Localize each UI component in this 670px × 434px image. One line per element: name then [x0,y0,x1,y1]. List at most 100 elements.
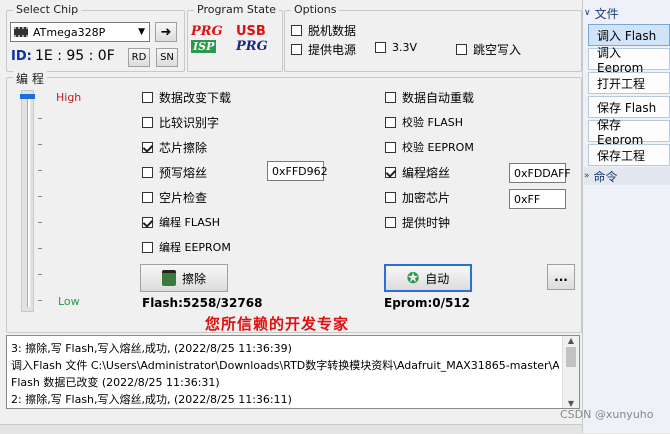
option-offline[interactable]: 脱机数据 [291,22,356,39]
prog-opt-3[interactable]: 芯片擦除 [142,139,207,156]
prog-opt-3-label: 芯片擦除 [159,141,208,155]
option-jump-checkbox[interactable] [456,44,467,55]
prog-opt-6[interactable]: 编程 FLASH [142,214,220,230]
auto-label: 自动 [425,271,450,286]
running-man-icon: ✪ [406,269,420,287]
prog-opt-r2[interactable]: 校验 FLASH [385,114,463,130]
prog-opt-r1-label: 数据自动重载 [402,91,475,105]
option-power[interactable]: 提供电源 [291,41,356,58]
chip-id-label: ID: [11,49,32,64]
prog-opt-1-checkbox[interactable] [142,92,153,103]
side-file-header[interactable]: ∨ 文件 [584,4,670,22]
prog-opt-6-checkbox[interactable] [142,216,153,228]
program-group: 编 程 [6,70,582,333]
log-panel[interactable]: 3: 擦除,写 Flash,写入熔丝,成功, (2022/8/25 11:36:… [6,335,580,409]
option-jump-label: 跳空写入 [473,43,522,57]
usb-label: USB [236,24,266,39]
side-item-load-eeprom[interactable]: 调入 Eeprom [588,46,670,75]
options-legend: Options [291,3,340,16]
prog-opt-r4[interactable]: 编程熔丝 [385,164,450,181]
chip-go-button[interactable]: ➜ [155,22,177,42]
eprom-info: Eprom:0/512 [384,296,471,310]
select-chip-legend: Select Chip [13,3,82,16]
prog-opt-5-label: 空片检查 [159,191,208,205]
prog-opt-r5[interactable]: 加密芯片 [385,189,450,206]
program-legend: 编 程 [13,70,47,87]
prg-isp-icon: PRG ISP [191,24,223,58]
side-item-open-project[interactable]: 打开工程 [588,72,670,94]
scroll-thumb[interactable] [566,347,576,367]
more-button[interactable]: ... [547,264,575,290]
prog-opt-r3[interactable]: 校验 EEPROM [385,139,474,155]
option-offline-checkbox[interactable] [291,25,302,36]
watermark: CSDN @xunyuho [560,408,654,421]
expand-icon: » [584,171,590,181]
option-33v-checkbox[interactable] [375,42,386,53]
side-file-title: 文件 [594,6,619,21]
rd-button[interactable]: RD [128,48,150,67]
program-state-legend: Program State [194,3,280,16]
prefuse-value-field[interactable]: 0xFFD962 [267,161,328,181]
prog-opt-r2-label: 校验 FLASH [402,116,463,129]
option-offline-label: 脱机数据 [308,24,357,38]
log-line: 3: 擦除,写 Flash,写入熔丝,成功, (2022/8/25 11:36:… [11,342,292,355]
prog-opt-r1[interactable]: 数据自动重载 [385,89,474,106]
chip-id-value: 1E : 95 : 0F [35,48,115,64]
prog-opt-6-label: 编程 FLASH [159,216,220,229]
side-cmd-title: 命令 [593,169,618,184]
prog-opt-r4-checkbox[interactable] [385,167,396,178]
prog-opt-r6[interactable]: 提供时钟 [385,214,450,231]
prog-opt-4-label: 预写熔丝 [159,166,208,180]
option-jump[interactable]: 跳空写入 [456,41,521,58]
usb-prg-icon: USB PRG [236,24,272,58]
sn-button[interactable]: SN [156,48,178,67]
prog-opt-r6-checkbox[interactable] [385,217,396,228]
log-line: 调入Flash 文件 C:\Users\Administrator\Downlo… [11,359,559,372]
prog-opt-5[interactable]: 空片检查 [142,189,207,206]
prog-opt-r5-label: 加密芯片 [402,191,451,205]
prog-opt-7[interactable]: 编程 EEPROM [142,239,231,255]
log-line: Flash 数据已改变 (2022/8/25 11:36:31) [11,376,220,389]
prog-opt-r4-label: 编程熔丝 [402,166,451,180]
prog-opt-4-checkbox[interactable] [142,167,153,178]
prog-opt-2[interactable]: 比较识别字 [142,114,219,131]
slider-ticks [38,93,42,313]
prog-opt-3-checkbox[interactable] [142,142,153,153]
auto-button[interactable]: ✪ 自动 [384,264,472,292]
side-item-save-project[interactable]: 保存工程 [588,144,670,166]
chevron-down-icon: ▼ [138,27,145,37]
lock-value-field[interactable]: 0xFF [509,189,566,209]
slogan: 您所信赖的开发专家 [205,315,350,333]
prog-opt-2-checkbox[interactable] [142,117,153,128]
prog-opt-5-checkbox[interactable] [142,192,153,203]
option-33v[interactable]: 3.3V [375,41,417,54]
side-item-save-eeprom[interactable]: 保存 Eeprom [588,118,670,147]
prog-opt-4[interactable]: 预写熔丝 [142,164,207,181]
speed-slider-groove [27,99,30,307]
scroll-down-icon[interactable]: ▼ [563,399,579,408]
prg2-label: PRG [236,39,268,54]
prog-opt-r5-checkbox[interactable] [385,192,396,203]
prog-opt-r1-checkbox[interactable] [385,92,396,103]
chip-select[interactable]: ATmega328P ▼ [10,22,150,42]
log-scrollbar[interactable]: ▲ ▼ [562,336,579,408]
high-label: High [56,91,82,104]
collapse-icon: ∨ [584,8,591,18]
fuse-value-field[interactable]: 0xFDDAFF [509,163,571,183]
prog-opt-1[interactable]: 数据改变下载 [142,89,231,106]
scroll-up-icon[interactable]: ▲ [563,336,579,345]
side-cmd-header[interactable]: » 命令 [584,167,670,185]
prog-opt-7-label: 编程 EEPROM [159,241,231,254]
option-power-checkbox[interactable] [291,44,302,55]
trash-icon [161,270,176,286]
prog-opt-r3-checkbox[interactable] [385,141,396,153]
prog-opt-7-checkbox[interactable] [142,241,153,253]
prog-opt-r2-checkbox[interactable] [385,116,396,128]
erase-button[interactable]: 擦除 [140,264,228,292]
prog-opt-1-label: 数据改变下载 [159,91,232,105]
flash-info: Flash:5258/32768 [142,296,263,310]
chip-select-value: ATmega328P [33,25,106,39]
speed-slider-track[interactable] [20,90,35,312]
option-power-label: 提供电源 [308,43,357,57]
isp-label: ISP [191,40,217,53]
